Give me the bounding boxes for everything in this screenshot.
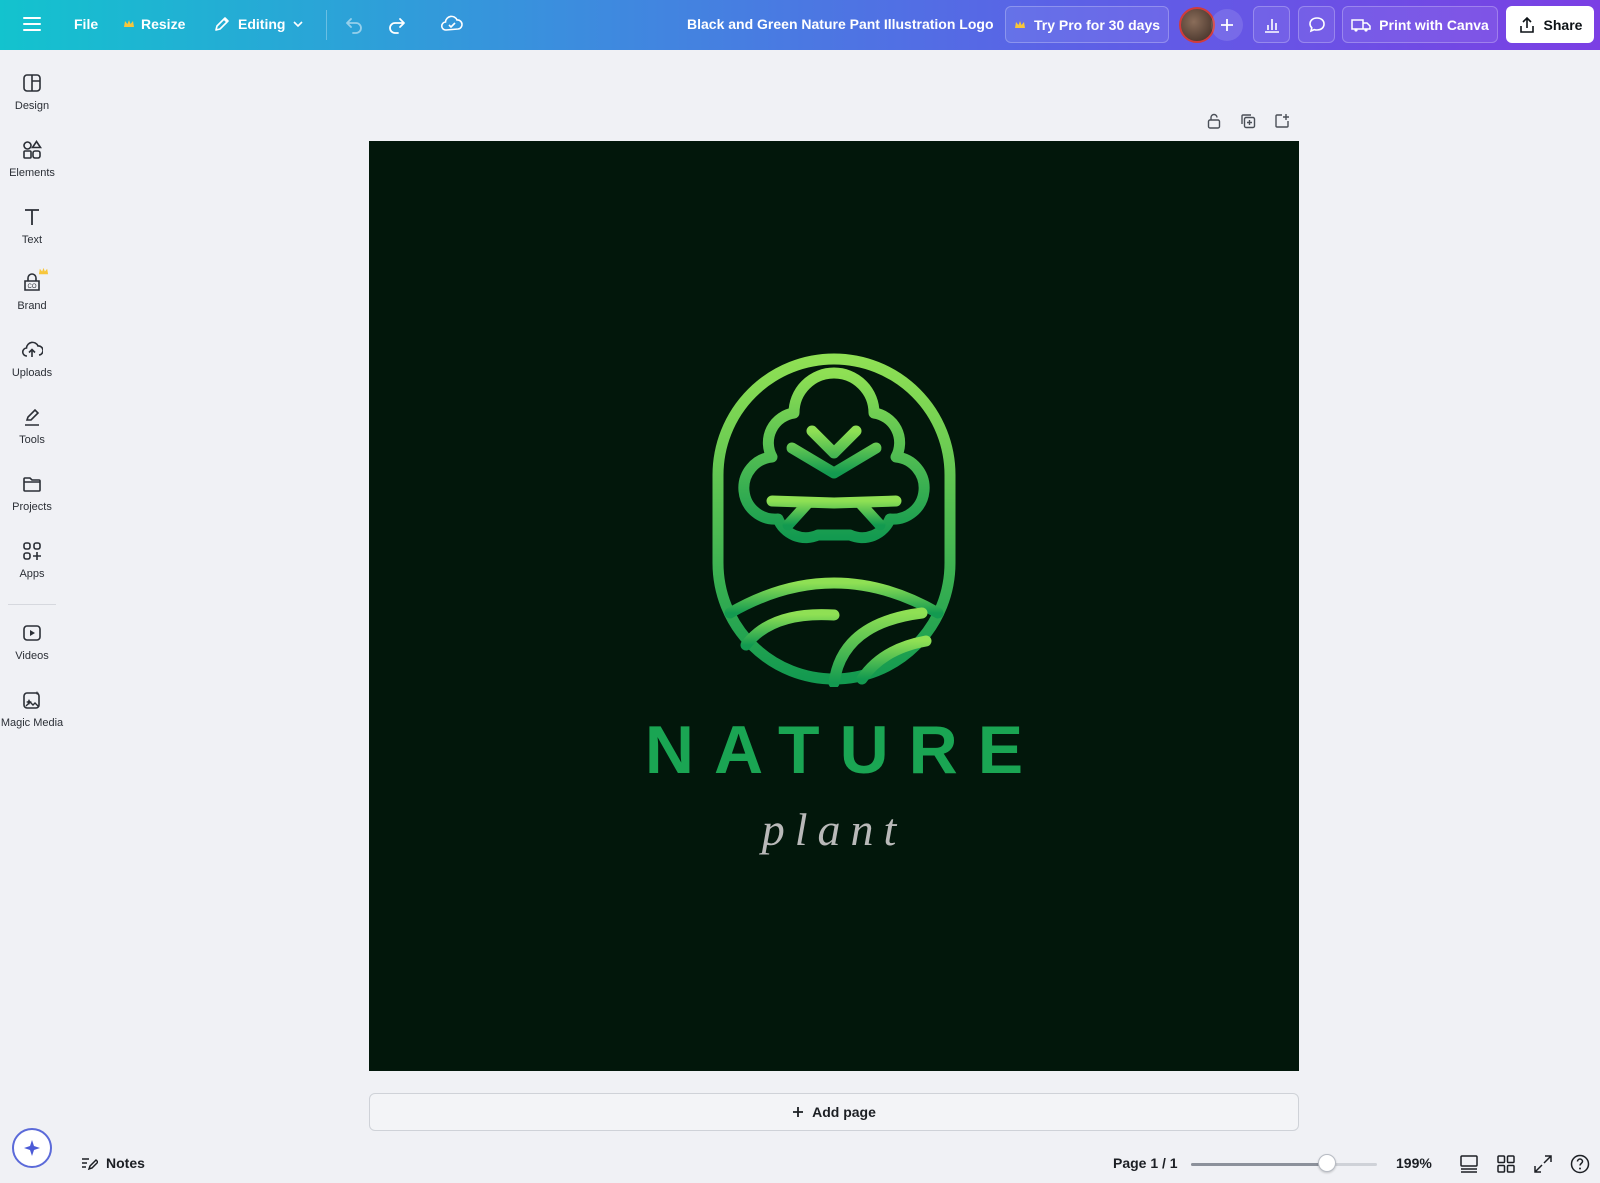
sidebar-label: Elements: [9, 167, 55, 179]
crown-icon: [124, 20, 134, 27]
editing-label: Editing: [238, 16, 286, 32]
page-indicator[interactable]: Page 1 / 1: [1113, 1155, 1178, 1171]
elements-icon: [23, 140, 42, 159]
comment-icon: [1308, 16, 1325, 32]
sidebar-item-magic-media[interactable]: Magic Media: [0, 689, 64, 729]
logo-title-text[interactable]: NATURE: [369, 711, 1299, 789]
editing-mode-dropdown[interactable]: Editing: [212, 14, 305, 34]
text-icon: [25, 209, 39, 225]
delivery-truck-icon: [1351, 18, 1371, 32]
logo-subtitle-text[interactable]: plant: [369, 803, 1299, 856]
comments-button[interactable]: [1298, 6, 1335, 43]
zoom-slider-track[interactable]: [1191, 1163, 1377, 1166]
lock-icon[interactable]: [1205, 112, 1223, 130]
sidebar-label: Magic Media: [0, 717, 64, 729]
main-menu-button[interactable]: [22, 14, 42, 39]
chevron-down-icon: [293, 21, 304, 28]
design-canvas[interactable]: NATURE plant: [369, 141, 1299, 1071]
video-play-icon: [23, 625, 41, 641]
design-icon: [23, 74, 41, 92]
document-title[interactable]: Black and Green Nature Pant Illustration…: [687, 16, 994, 32]
top-toolbar: File Resize Editing Black and Green Natu…: [0, 0, 1600, 50]
try-pro-button[interactable]: Try Pro for 30 days: [1005, 6, 1169, 43]
sidebar-item-apps[interactable]: Apps: [0, 540, 64, 580]
undo-icon: [346, 18, 362, 34]
sidebar-label: Design: [14, 100, 50, 112]
sidebar-item-elements[interactable]: Elements: [0, 139, 64, 179]
magic-media-icon: [23, 691, 40, 709]
fullscreen-icon[interactable]: [1532, 1153, 1554, 1175]
magic-assistant-button[interactable]: [12, 1128, 52, 1168]
resize-button[interactable]: Resize: [123, 16, 185, 32]
add-page-icon[interactable]: [1273, 112, 1291, 130]
print-label: Print with Canva: [1379, 16, 1489, 33]
sidebar-label: Text: [21, 234, 43, 246]
apps-grid-icon: [23, 542, 41, 560]
pencil-icon: [215, 17, 229, 31]
sidebar-item-uploads[interactable]: Uploads: [0, 339, 64, 379]
duplicate-page-icon[interactable]: [1239, 112, 1257, 130]
file-menu-button[interactable]: File: [74, 16, 98, 32]
help-icon[interactable]: [1569, 1153, 1591, 1175]
sidebar-label: Uploads: [11, 367, 53, 379]
crown-icon: [38, 267, 49, 275]
svg-text:CO: CO: [28, 284, 37, 290]
notes-label: Notes: [106, 1155, 145, 1171]
insights-button[interactable]: [1253, 6, 1290, 43]
sidebar-label: Projects: [12, 501, 52, 513]
sidebar-label: Apps: [19, 568, 45, 580]
page-view-icon[interactable]: [1458, 1153, 1480, 1175]
cloud-upload-icon: [21, 341, 43, 357]
page-tools: [1205, 112, 1291, 130]
toolbar-divider: [326, 10, 327, 40]
redo-icon: [389, 18, 405, 34]
plus-icon: [1221, 19, 1233, 31]
user-avatar[interactable]: [1179, 7, 1215, 43]
sidebar-label: Videos: [15, 650, 49, 662]
tools-pen-icon: [25, 408, 40, 426]
resize-label: Resize: [141, 16, 186, 32]
share-upload-icon: [1519, 16, 1534, 33]
plus-icon: [793, 1107, 804, 1117]
add-page-button[interactable]: Add page: [369, 1093, 1299, 1131]
sidebar-item-videos[interactable]: Videos: [0, 622, 64, 662]
sidebar-item-tools[interactable]: Tools: [0, 406, 64, 446]
folder-icon: [23, 477, 41, 492]
crown-icon: [1014, 20, 1025, 28]
sidebar-item-brand[interactable]: CO Brand: [0, 267, 64, 312]
cloud-check-icon: [440, 15, 463, 31]
try-pro-label: Try Pro for 30 days: [1033, 16, 1161, 33]
invite-button[interactable]: [1211, 9, 1243, 41]
document-title-text: Black and Green Nature Pant Illustration…: [687, 16, 994, 32]
notes-button[interactable]: Notes: [80, 1154, 145, 1172]
zoom-slider-fill: [1191, 1163, 1327, 1166]
file-label: File: [74, 16, 99, 32]
add-page-label: Add page: [812, 1104, 876, 1120]
notes-pencil-icon: [82, 1158, 98, 1171]
bar-chart-icon: [1264, 18, 1279, 33]
tree-logo-emblem[interactable]: [712, 353, 956, 687]
sidebar-item-design[interactable]: Design: [0, 72, 64, 112]
zoom-level[interactable]: 199%: [1396, 1155, 1432, 1171]
sparkle-icon: [24, 1140, 40, 1156]
sidebar-item-projects[interactable]: Projects: [0, 473, 64, 513]
hamburger-menu-icon: [23, 17, 41, 31]
sidebar-label: Brand: [17, 300, 47, 312]
sidebar-divider: [8, 604, 56, 605]
share-label: Share: [1543, 16, 1583, 33]
save-status-button[interactable]: [440, 13, 464, 40]
share-button[interactable]: Share: [1506, 6, 1594, 43]
sidebar-label: Tools: [19, 434, 45, 446]
zoom-slider-thumb[interactable]: [1317, 1154, 1336, 1172]
sidebar-item-text[interactable]: Text: [0, 206, 64, 246]
grid-view-icon[interactable]: [1495, 1153, 1517, 1175]
left-sidebar: Design Elements Text CO Brand Uploads To…: [0, 50, 64, 1183]
print-with-canva-button[interactable]: Print with Canva: [1342, 6, 1498, 43]
redo-button[interactable]: [386, 13, 408, 40]
undo-button[interactable]: [343, 13, 365, 40]
